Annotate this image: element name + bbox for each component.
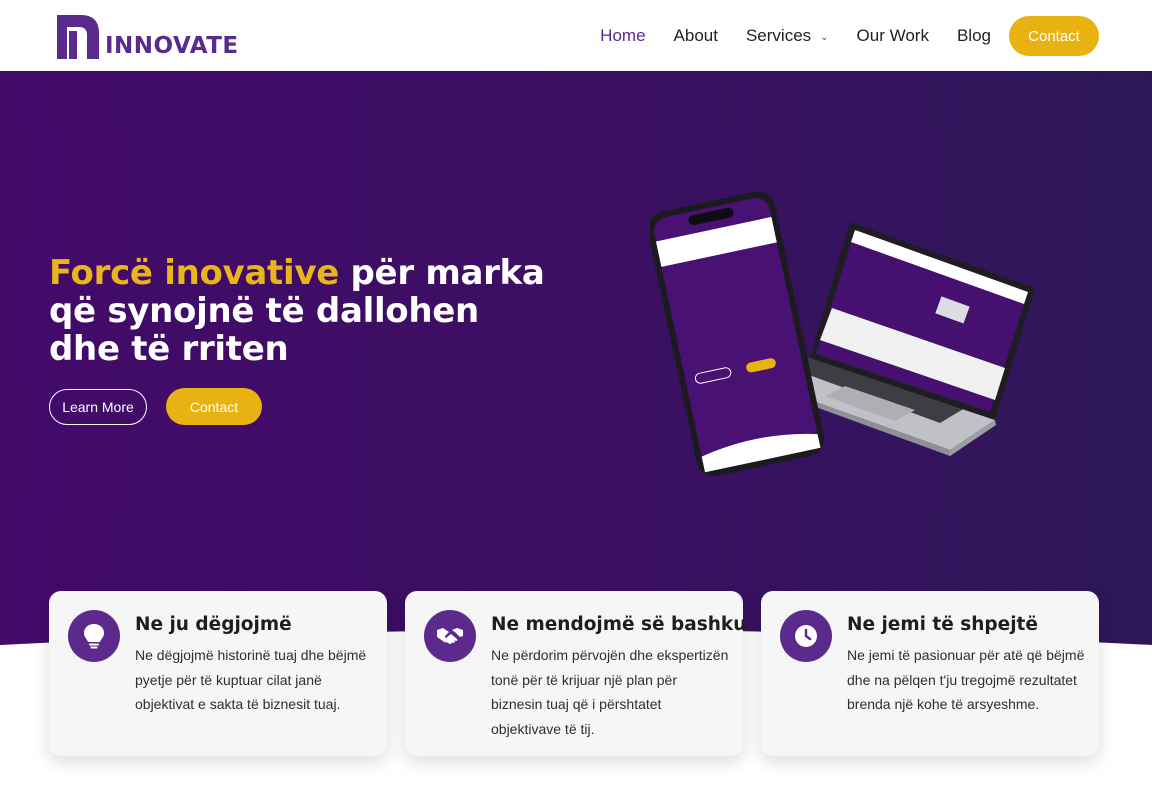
learn-more-label: Learn More: [62, 399, 134, 415]
chevron-down-icon: ⌄: [820, 31, 829, 43]
headline-accent: Forcë inovative: [49, 253, 339, 293]
card-title: Ne mendojmë së bashku: [491, 614, 747, 635]
logo[interactable]: INNOVATE: [57, 15, 239, 59]
phone-illustration: [650, 191, 825, 477]
handshake-icon: [424, 610, 476, 662]
feature-card-fast: Ne jemi të shpejtë Ne jemi të pasionuar …: [761, 591, 1099, 756]
card-text: Ne jemi të pasionuar për atë që bëjmë dh…: [847, 647, 1085, 712]
lightbulb-icon: [68, 610, 120, 662]
nav-home[interactable]: Home: [600, 26, 645, 46]
feature-card-listen: Ne ju dëgjojmë Ne dëgjojmë historinë tua…: [49, 591, 387, 756]
card-text: Ne përdorim përvojën dhe ekspertizën ton…: [491, 647, 729, 737]
nav-contact-label: Contact: [1028, 27, 1080, 45]
device-mockup-image: [650, 191, 1035, 477]
nav-contact-button[interactable]: Contact: [1009, 16, 1099, 56]
nav-about[interactable]: About: [674, 26, 718, 46]
logo-text: INNOVATE: [105, 33, 239, 59]
hero-headline: Forcë inovative për marka që synojnë të …: [49, 254, 549, 368]
card-text: Ne dëgjojmë historinë tuaj dhe bëjmë pye…: [135, 647, 367, 712]
feature-card-think: Ne mendojmë së bashku Ne përdorim përvoj…: [405, 591, 747, 756]
main-nav: Home About Services ⌄ Our Work Blog Conta…: [572, 16, 1099, 56]
clock-icon: [780, 610, 832, 662]
site-header: INNOVATE Home About Services ⌄ Our Work B…: [0, 0, 1152, 71]
nav-services[interactable]: Services ⌄: [746, 26, 829, 46]
nav-home-label: Home: [600, 26, 646, 45]
nav-blog-label: Blog: [956, 26, 991, 45]
learn-more-button[interactable]: Learn More: [49, 389, 147, 425]
nav-blog[interactable]: Blog: [957, 26, 991, 46]
nav-about-label: About: [673, 26, 718, 45]
nav-our-work[interactable]: Our Work: [857, 26, 929, 46]
hero-contact-button[interactable]: Contact: [166, 388, 262, 425]
card-title: Ne ju dëgjojmë: [135, 614, 292, 635]
logo-mark-icon: [57, 15, 99, 59]
nav-services-label: Services: [745, 26, 812, 45]
nav-our-work-label: Our Work: [856, 26, 929, 45]
hero-contact-label: Contact: [189, 398, 239, 415]
card-title: Ne jemi të shpejtë: [847, 614, 1038, 635]
